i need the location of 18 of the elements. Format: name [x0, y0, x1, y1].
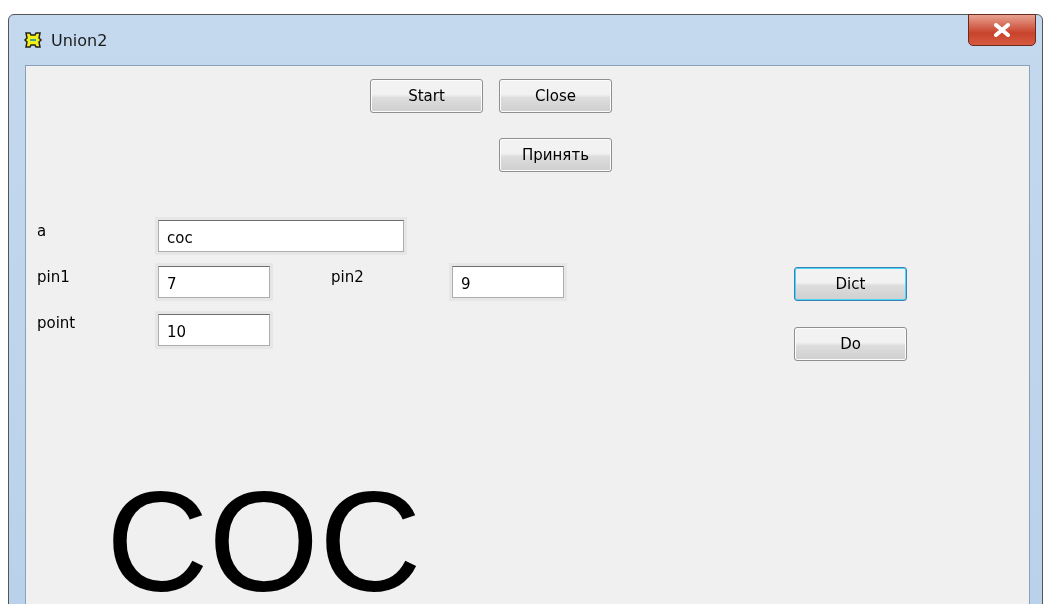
field-label: a	[37, 222, 47, 240]
input-field[interactable]: 9	[452, 266, 564, 298]
output-text: COC	[106, 471, 422, 604]
form-button[interactable]: Close	[499, 79, 612, 113]
form-button[interactable]: Start	[370, 79, 483, 113]
window-title: Union2	[51, 30, 108, 50]
field-label: point	[37, 314, 76, 332]
input-field[interactable]: 7	[158, 266, 270, 298]
close-button[interactable]	[968, 14, 1036, 46]
input-field[interactable]: 10	[158, 314, 270, 346]
input-field[interactable]: coc	[158, 220, 404, 252]
form-button[interactable]: Do	[794, 327, 907, 361]
form-button[interactable]: Dict	[794, 267, 907, 301]
close-icon	[993, 23, 1011, 37]
field-label: pin1	[37, 268, 70, 286]
app-icon	[23, 31, 43, 49]
form-button[interactable]: Принять	[499, 138, 612, 172]
field-label: pin2	[331, 268, 364, 286]
